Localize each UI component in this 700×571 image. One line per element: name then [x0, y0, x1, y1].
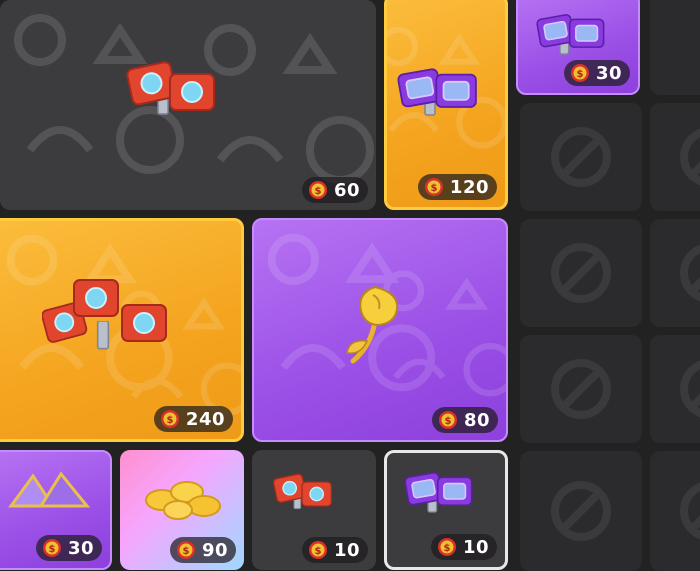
shop-tile-big-gray[interactable]: 60 [0, 0, 376, 210]
red-cards-pair-icon [125, 59, 215, 115]
locked-slot [650, 0, 700, 95]
price-tag: 90 [169, 537, 236, 563]
golden-rose-icon [346, 285, 399, 364]
purple-cards-icon [396, 67, 477, 116]
coin-icon [308, 180, 328, 200]
shop-tile-pink-bottom[interactable]: 90 [120, 450, 244, 570]
coin-icon [424, 177, 444, 197]
candy-pile-icon [145, 481, 221, 520]
blocked-icon [678, 125, 700, 189]
shop-tile-selected-bottom[interactable]: 10 [384, 450, 508, 570]
coin-icon [176, 540, 196, 560]
shop-tile-gray-bottom[interactable]: 10 [252, 450, 376, 570]
blocked-icon [549, 357, 613, 421]
locked-slot [650, 219, 700, 327]
blocked-icon [678, 241, 700, 305]
price-tag: 240 [153, 406, 233, 432]
coin-icon [42, 538, 62, 558]
locked-slot [520, 219, 642, 327]
price-value: 10 [333, 539, 360, 561]
shop-tile-big-gold[interactable]: 240 [0, 218, 244, 442]
coin-icon [160, 409, 180, 429]
price-tag: 120 [417, 174, 497, 200]
locked-slot [520, 103, 642, 211]
red-cards-stack-icon [42, 279, 167, 350]
price-value: 120 [449, 176, 489, 198]
shop-tile-big-purple[interactable]: 80 [252, 218, 508, 442]
price-tag: 10 [430, 534, 497, 560]
blocked-icon [549, 479, 613, 543]
coin-icon [308, 540, 328, 560]
price-tag: 60 [301, 177, 368, 203]
price-value: 240 [185, 408, 225, 430]
locked-slot [650, 335, 700, 443]
locked-slot [650, 103, 700, 211]
coin-icon [570, 63, 590, 83]
blocked-icon [678, 479, 700, 543]
price-value: 90 [201, 539, 228, 561]
locked-slot [520, 335, 642, 443]
blocked-icon [549, 241, 613, 305]
price-tag: 30 [35, 535, 102, 561]
shop-tile-purple-bottom[interactable]: 30 [0, 450, 112, 570]
blocked-icon [678, 357, 700, 421]
gem-pile-icon [8, 471, 91, 508]
shop-tile-purple-tiny[interactable]: 30 [516, 0, 640, 95]
price-value: 60 [333, 179, 360, 201]
price-value: 30 [595, 62, 622, 84]
locked-slot [650, 451, 700, 571]
price-value: 80 [463, 409, 490, 431]
price-tag: 30 [563, 60, 630, 86]
coin-icon [438, 410, 458, 430]
price-tag: 80 [431, 407, 498, 433]
purple-cards-icon [535, 12, 605, 55]
shop-tile-gold-small[interactable]: 120 [384, 0, 508, 210]
coin-icon [437, 537, 457, 557]
blocked-icon [549, 125, 613, 189]
price-value: 10 [462, 536, 489, 558]
purple-cards-icon [403, 471, 473, 513]
locked-slot [520, 451, 642, 571]
price-value: 30 [67, 537, 94, 559]
price-tag: 10 [301, 537, 368, 563]
red-cards-pair-icon [272, 472, 333, 509]
